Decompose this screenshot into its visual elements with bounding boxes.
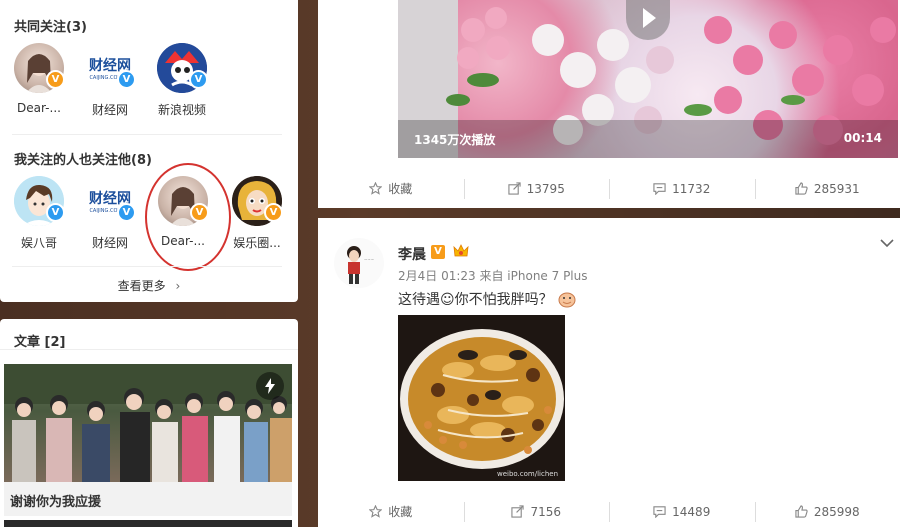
chevron-down-icon[interactable]	[880, 236, 894, 252]
star-icon	[369, 182, 383, 195]
also-follow-user-yulequan[interactable]: V 娱乐圈...	[227, 176, 287, 251]
mutual-user-dear[interactable]: V Dear-...	[9, 43, 69, 115]
comment-icon	[653, 182, 666, 195]
like-count: 285998	[813, 504, 860, 519]
thumbs-up-icon	[795, 504, 808, 518]
verified-badge-icon: V	[46, 70, 65, 89]
repost-button[interactable]: 7156	[463, 501, 610, 522]
star-icon	[369, 505, 383, 518]
image-watermark: weibo.com/lichen	[497, 470, 558, 478]
comment-button[interactable]: 14489	[609, 501, 755, 522]
section-divider	[0, 349, 298, 350]
section-divider	[12, 134, 282, 135]
verified-badge-icon: V	[117, 203, 136, 222]
repost-icon	[508, 181, 521, 195]
article-card: 文章 [2] 谢谢你为我应援	[0, 319, 298, 527]
article-caption: 谢谢你为我应援	[10, 495, 102, 510]
user-name: 娱八哥	[20, 236, 57, 250]
avatar[interactable]: ~~~	[334, 238, 384, 288]
favorite-button[interactable]: 收藏	[318, 180, 464, 197]
user-name: Dear-...	[17, 101, 61, 115]
user-name: 新浪视频	[157, 103, 206, 117]
post-2-action-bar: 收藏 7156 14489 285998	[318, 501, 900, 522]
post-image[interactable]: weibo.com/lichen	[398, 315, 565, 481]
hungry-emoji-icon	[557, 290, 577, 308]
user-name: 娱乐圈...	[233, 236, 281, 250]
comment-count: 14489	[672, 504, 711, 519]
favorite-label: 收藏	[388, 182, 413, 196]
post-author-name[interactable]: 李晨	[398, 244, 426, 264]
like-button[interactable]: 285998	[754, 501, 900, 522]
video-player[interactable]: 1345万次播放 00:14	[398, 0, 898, 158]
like-button[interactable]: 285931	[754, 178, 900, 199]
follow-card: 共同关注(3) V Dear-... 财经网 CAIJING.COM.CN V 财…	[0, 0, 298, 302]
article-section-title: 文章 [2]	[14, 335, 66, 350]
video-play-count: 1345万次播放	[414, 133, 496, 147]
chevron-right-icon: ›	[175, 279, 181, 293]
feed-post-2: ~~~ 李晨 V 2月4日 01:23 来自 iPhone 7 Plus 这待遇…	[318, 218, 900, 527]
verified-badge-icon: V	[264, 203, 283, 222]
article-cover-image[interactable]	[4, 364, 292, 482]
post-1-action-bar: 收藏 13795 11732 285931	[318, 178, 900, 199]
repost-count: 7156	[530, 504, 562, 519]
user-name: 财经网	[91, 103, 128, 117]
favorite-button[interactable]: 收藏	[318, 503, 464, 520]
mutual-user-caijing[interactable]: 财经网 CAIJING.COM.CN V 财经网	[80, 43, 140, 118]
svg-text:~~~: ~~~	[364, 257, 374, 262]
post-meta: 2月4日 01:23 来自 iPhone 7 Plus	[398, 269, 588, 283]
mutual-user-sina-video[interactable]: V 新浪视频	[152, 43, 212, 118]
view-more-link[interactable]: 查看更多 ›	[0, 277, 298, 294]
also-follow-title: 我关注的人也关注他(8)	[14, 153, 152, 168]
article-caption-bar[interactable]: 谢谢你为我应援	[4, 482, 292, 516]
user-name: 财经网	[91, 236, 128, 250]
repost-button[interactable]: 13795	[463, 178, 610, 199]
section-divider	[12, 266, 282, 267]
next-article-cover-image	[4, 520, 292, 527]
like-count: 285931	[813, 181, 860, 196]
also-follow-user-caijing[interactable]: 财经网 CAIJING.COM.CN V 财经网	[80, 176, 140, 251]
favorite-label: 收藏	[388, 505, 413, 519]
repost-icon	[511, 504, 525, 518]
verified-badge-icon: V	[117, 70, 136, 89]
play-icon[interactable]	[626, 0, 670, 40]
verified-badge-icon: V	[46, 203, 65, 222]
verified-badge-icon: V	[431, 245, 445, 259]
video-duration: 00:14	[843, 131, 882, 145]
verified-badge-icon: V	[189, 70, 208, 89]
also-follow-user-yubage[interactable]: V 娱八哥	[9, 176, 69, 251]
post-text-content: 这待遇☺你不怕我胖吗？	[398, 292, 553, 308]
view-more-label: 查看更多	[117, 279, 166, 293]
comment-button[interactable]: 11732	[609, 178, 755, 199]
lightning-icon	[256, 372, 284, 400]
highlight-circle	[145, 163, 231, 271]
post-text: 这待遇☺你不怕我胖吗？	[398, 289, 577, 309]
comment-count: 11732	[672, 181, 711, 196]
vip-crown-icon[interactable]	[452, 243, 470, 259]
repost-count: 13795	[526, 181, 565, 196]
comment-icon	[653, 505, 666, 518]
mutual-follow-title: 共同关注(3)	[14, 20, 87, 35]
thumbs-up-icon	[795, 181, 808, 195]
